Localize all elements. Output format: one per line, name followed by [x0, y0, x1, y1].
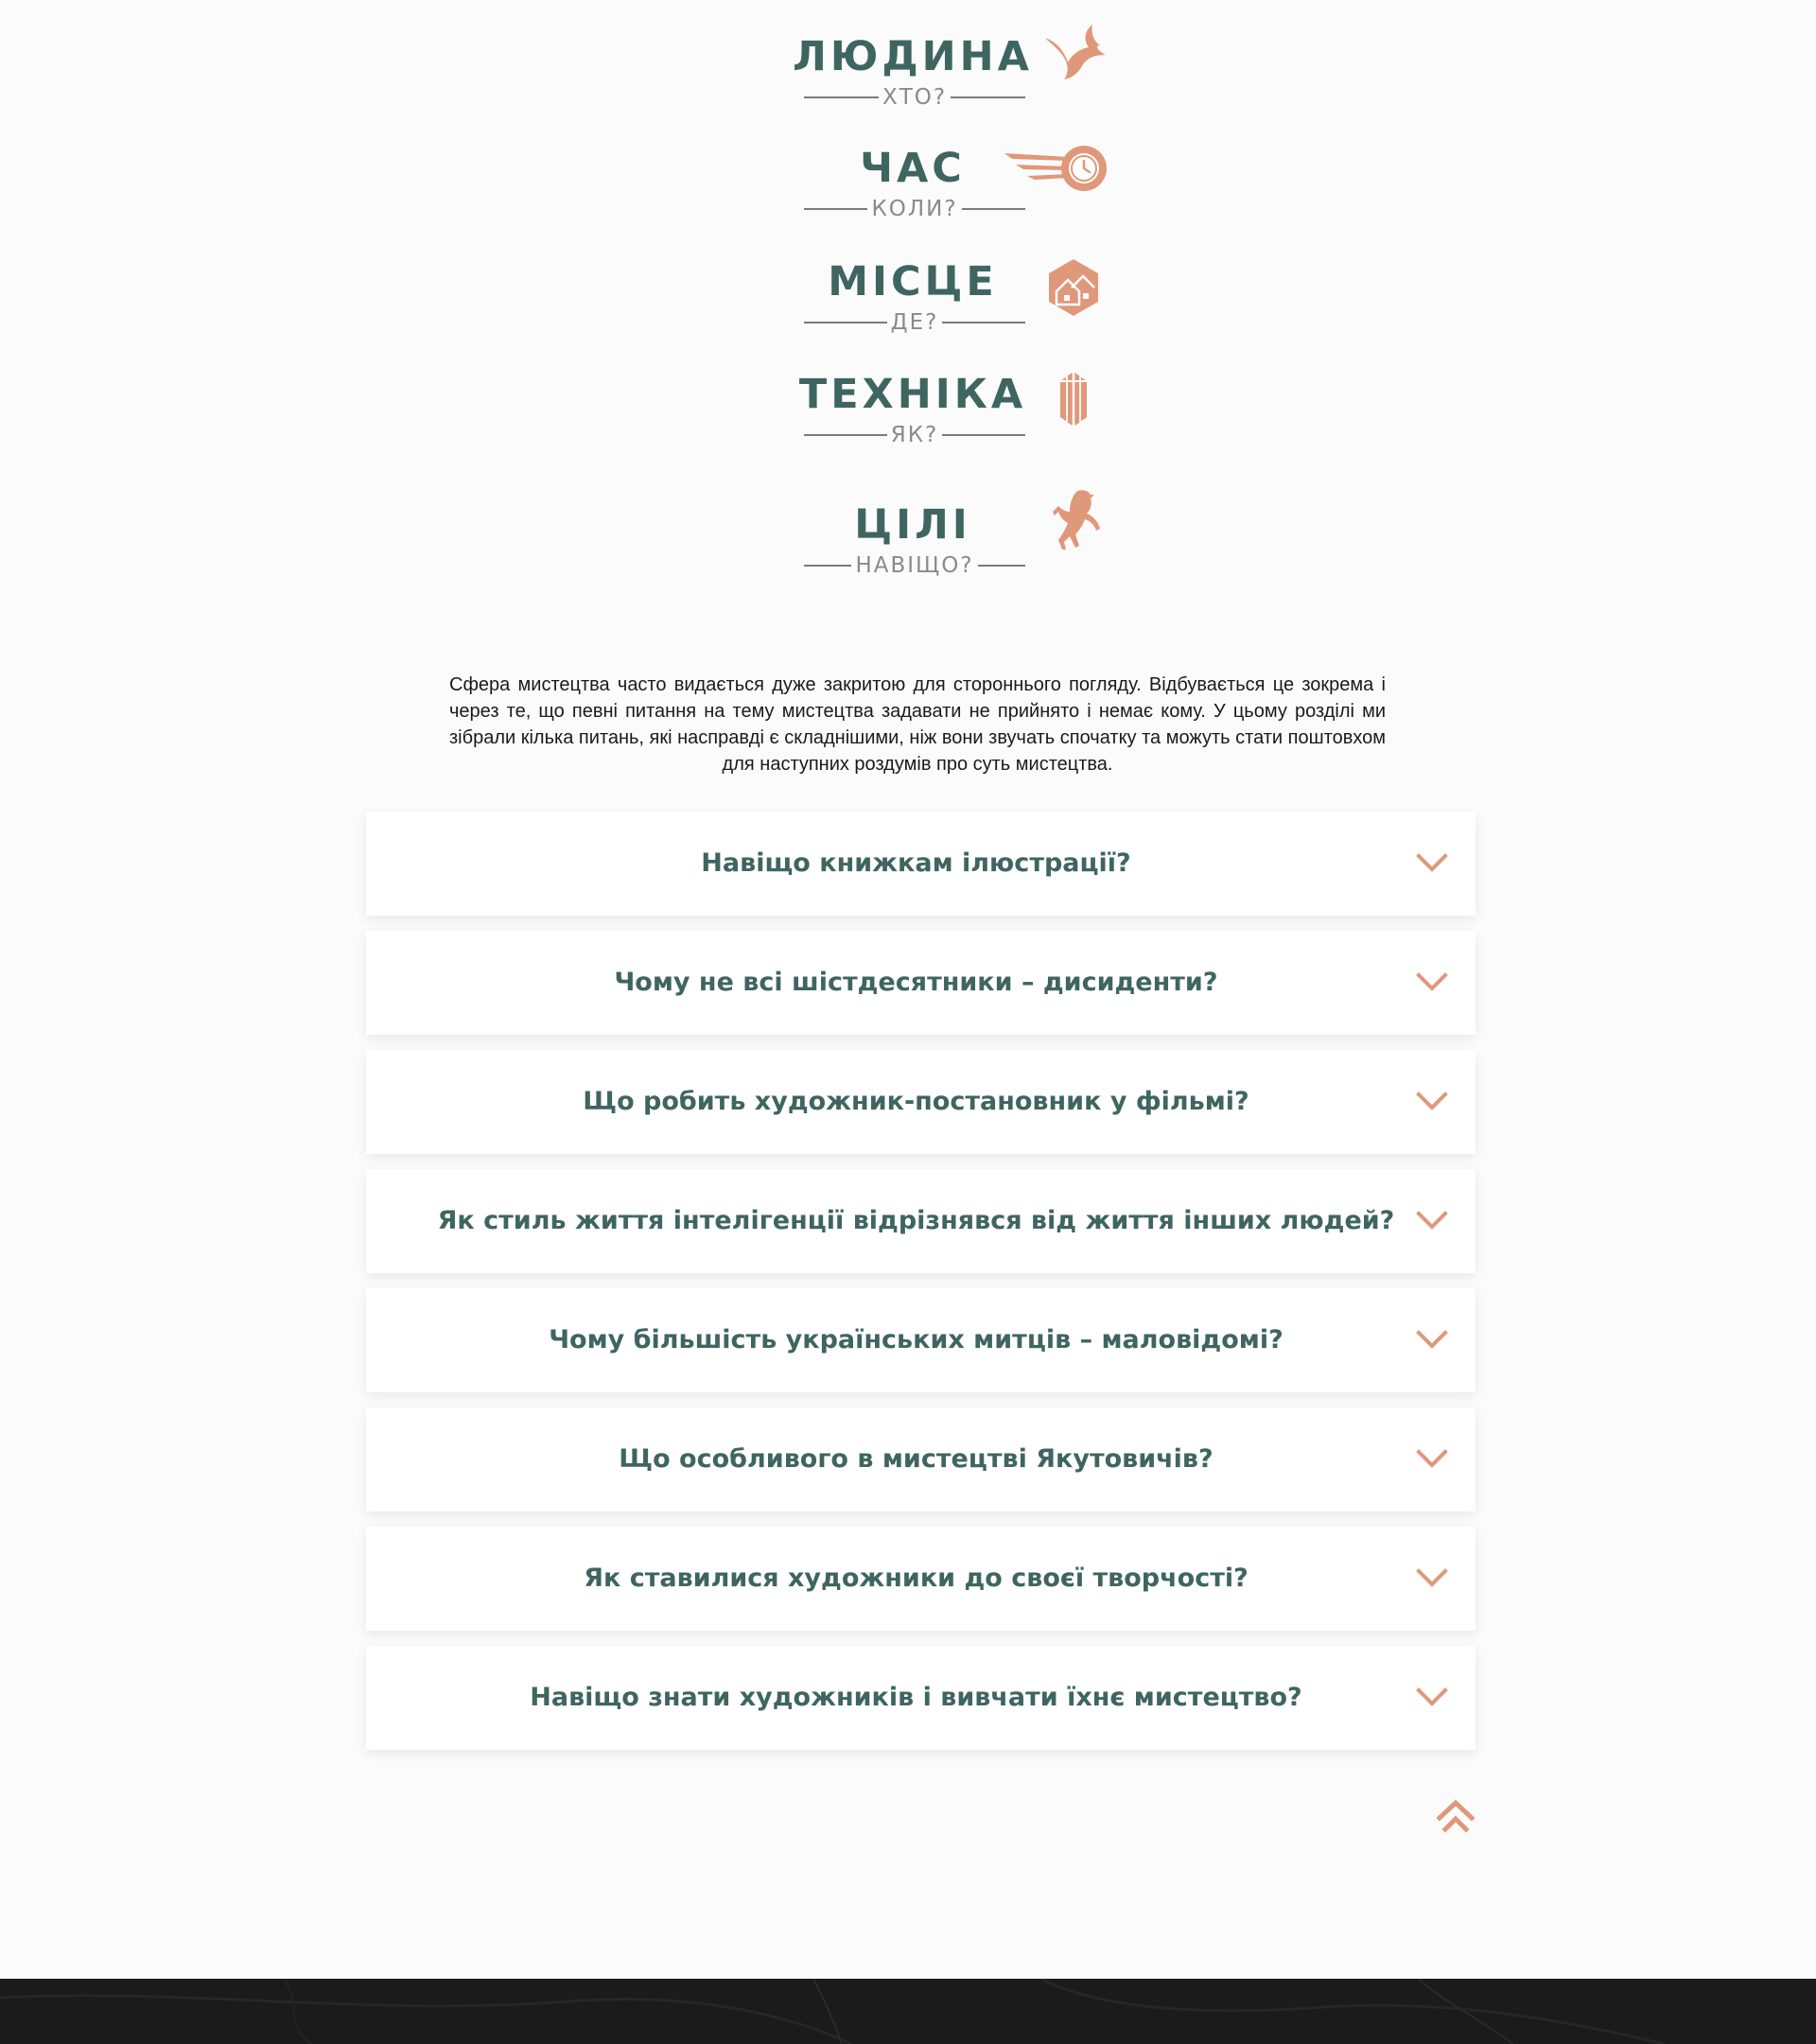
category-goals[interactable]: ЦІЛІ НАВІЩО?	[0, 468, 1816, 582]
divider	[942, 322, 1025, 323]
category-subtitle: ДЕ?	[804, 308, 1025, 337]
faq-question: Навіщо знати художників і вивчати їхнє м…	[530, 1683, 1302, 1712]
houses-hexagon-icon	[1036, 250, 1111, 325]
faq-question: Чому не всі шістдесятники – дисиденти?	[614, 968, 1218, 997]
faq-item[interactable]: Що робить художник-постановник у фільмі?	[366, 1050, 1476, 1154]
chevron-down-icon[interactable]	[1415, 966, 1449, 1000]
divider	[804, 434, 887, 436]
category-question: КОЛИ?	[871, 197, 958, 221]
category-question: НАВІЩО?	[855, 553, 974, 578]
crystal-icon	[1036, 360, 1111, 436]
faq-item[interactable]: Як стиль життя інтелігенції відрізнявся …	[366, 1169, 1476, 1273]
swallow-icon	[1036, 17, 1111, 93]
scroll-to-top-button[interactable]	[1434, 1797, 1477, 1841]
category-time[interactable]: ЧАС КОЛИ?	[0, 112, 1816, 225]
divider	[951, 96, 1025, 98]
intro-text: Сфера мистецтва часто видається дуже зак…	[449, 674, 1386, 775]
divider	[977, 565, 1025, 567]
faq-question: Чому більшість українських митців – мало…	[549, 1325, 1283, 1354]
category-place[interactable]: МІСЦЕ ДЕ?	[0, 225, 1816, 339]
divider	[804, 322, 887, 323]
category-subtitle: ХТО?	[804, 83, 1025, 112]
category-subtitle: КОЛИ?	[804, 195, 1026, 223]
category-list: ЛЮДИНА ХТО? ЧАС КОЛИ? МІСЦЕ ДЕ? ТЕХНІКА …	[0, 0, 1816, 605]
chevron-down-icon[interactable]	[1415, 1085, 1449, 1119]
category-subtitle: ЯК?	[804, 421, 1025, 449]
divider	[961, 208, 1026, 210]
divider	[804, 96, 879, 98]
faq-question: Навіщо книжкам ілюстрації?	[701, 848, 1131, 878]
faq-item[interactable]: Як ставилися художники до своєї творчост…	[366, 1527, 1476, 1631]
faq-item[interactable]: Навіщо книжкам ілюстрації?	[366, 812, 1476, 916]
faq-item[interactable]: Чому більшість українських митців – мало…	[366, 1288, 1476, 1392]
footer-background	[0, 1979, 1816, 2044]
category-subtitle: НАВІЩО?	[804, 551, 1025, 580]
category-question: ЯК?	[890, 423, 939, 447]
faq-question: Як стиль життя інтелігенції відрізнявся …	[437, 1206, 1395, 1235]
faq-question: Що особливого в мистецтві Якутовичів?	[619, 1444, 1214, 1474]
faq-item[interactable]: Що особливого в мистецтві Якутовичів?	[366, 1407, 1476, 1511]
chevron-down-icon[interactable]	[1415, 1562, 1449, 1596]
chevron-down-icon[interactable]	[1415, 1204, 1449, 1238]
double-chevron-up-icon	[1436, 1799, 1476, 1833]
chevron-down-icon[interactable]	[1415, 1442, 1449, 1476]
faq-list: Навіщо книжкам ілюстрації? Чому не всі ш…	[366, 812, 1476, 1765]
chevron-down-icon[interactable]	[1415, 1681, 1449, 1715]
faq-item[interactable]: Чому не всі шістдесятники – дисиденти?	[366, 931, 1476, 1035]
faq-question: Як ставилися художники до своєї творчост…	[584, 1564, 1248, 1593]
category-technique[interactable]: ТЕХНІКА ЯК?	[0, 338, 1816, 451]
divider	[942, 434, 1025, 436]
divider	[804, 565, 852, 567]
faq-item[interactable]: Навіщо знати художників і вивчати їхнє м…	[366, 1646, 1476, 1750]
divider	[804, 208, 868, 210]
rearing-horse-icon	[1036, 481, 1111, 557]
category-question: ХТО?	[882, 85, 948, 110]
category-person[interactable]: ЛЮДИНА ХТО?	[0, 0, 1816, 114]
chevron-down-icon[interactable]	[1415, 1323, 1449, 1357]
category-question: ДЕ?	[890, 310, 939, 335]
flying-clock-icon	[1003, 132, 1107, 208]
faq-question: Що робить художник-постановник у фільмі?	[583, 1087, 1249, 1116]
chevron-down-icon[interactable]	[1415, 847, 1449, 881]
